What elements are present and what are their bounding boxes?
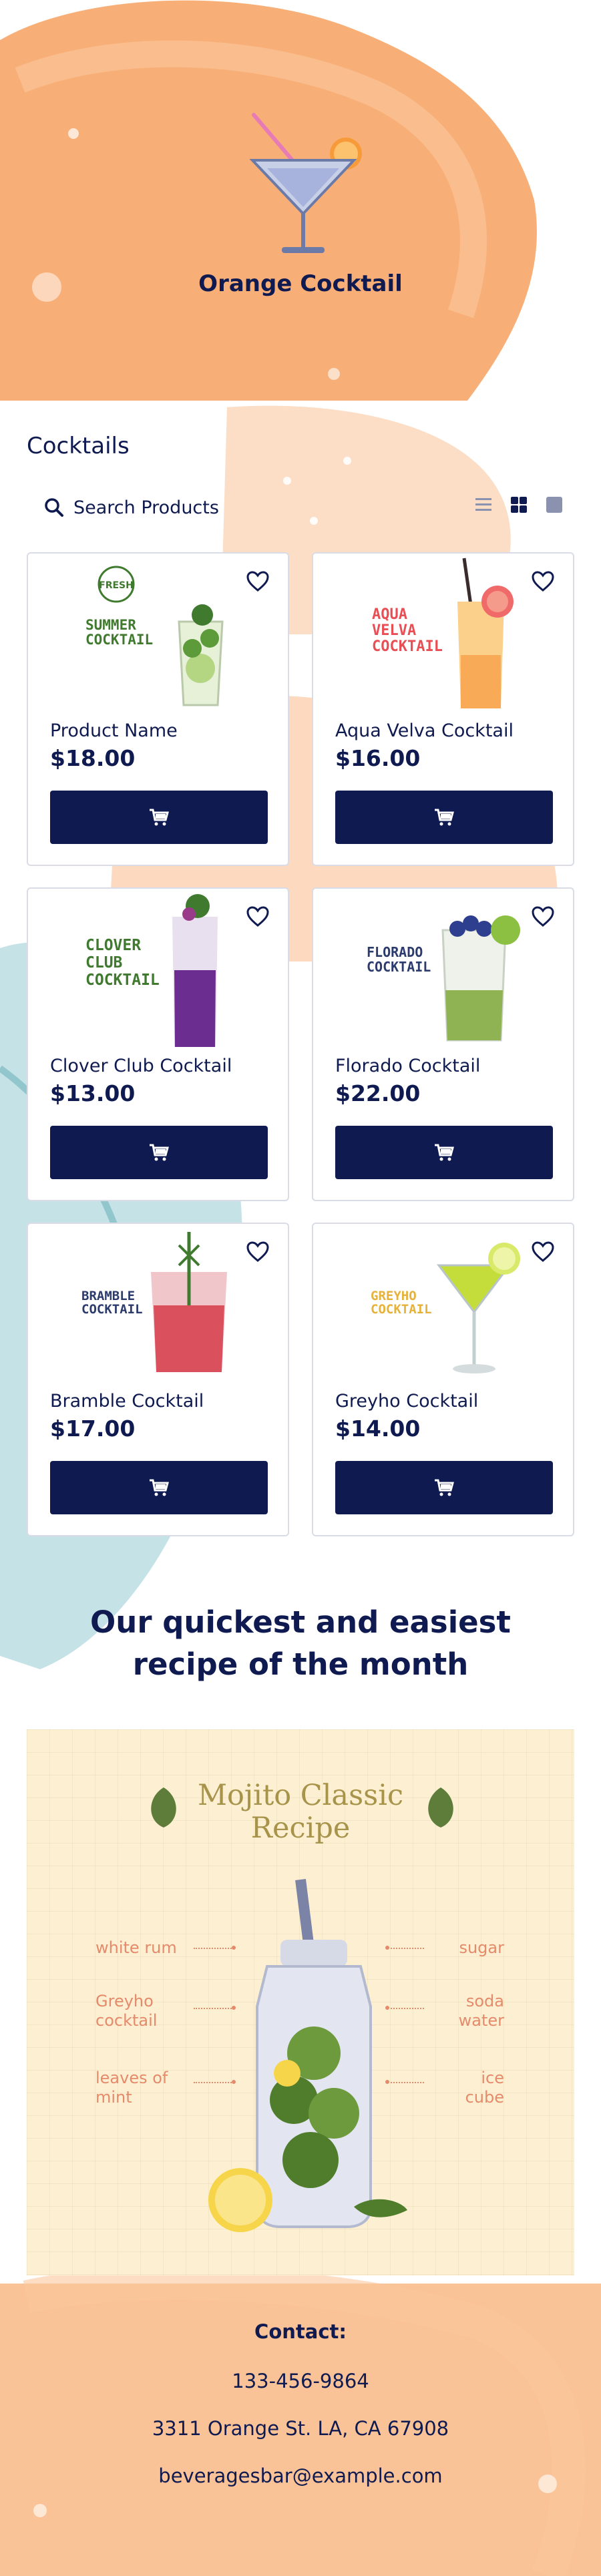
svg-text:COCKTAIL: COCKTAIL xyxy=(371,1302,432,1317)
cocktail-glass-icon xyxy=(249,113,362,253)
svg-text:CLUB: CLUB xyxy=(85,954,123,972)
product-price: $16.00 xyxy=(335,745,421,771)
heart-icon[interactable] xyxy=(532,906,554,927)
svg-text:SUMMER: SUMMER xyxy=(85,617,136,633)
section-title: Cocktails xyxy=(27,433,130,459)
svg-text:COCKTAIL: COCKTAIL xyxy=(85,972,160,989)
add-to-cart-button[interactable] xyxy=(50,791,268,844)
cart-icon xyxy=(150,809,169,826)
ingredient-pointer xyxy=(194,1946,236,1950)
product-price: $14.00 xyxy=(335,1416,421,1442)
contact-phone[interactable]: 133-456-9864 xyxy=(0,2370,601,2392)
heart-icon[interactable] xyxy=(532,571,554,592)
product-card[interactable]: FLORADO COCKTAIL Florado Cocktail $22.00 xyxy=(312,887,574,1201)
svg-text:FRESH: FRESH xyxy=(99,580,134,591)
ingredient-label: soda water xyxy=(458,1992,504,2030)
add-to-cart-button[interactable] xyxy=(50,1126,268,1179)
product-name: Aqua Velva Cocktail xyxy=(335,720,514,741)
heart-icon[interactable] xyxy=(532,1241,554,1263)
recipe-card: Mojito Classic Recipe white rum Greyho c… xyxy=(27,1729,574,2276)
contact-section: Contact: 133-456-9864 3311 Orange St. LA… xyxy=(0,2320,601,2512)
product-price: $17.00 xyxy=(50,1416,136,1442)
product-card[interactable]: BRAMBLE COCKTAIL Bramble Cocktail $17.00 xyxy=(27,1223,289,1536)
page: Orange Cocktail Cocktails Search Product… xyxy=(0,0,601,2576)
product-name: Product Name xyxy=(50,720,178,741)
single-view-icon[interactable] xyxy=(545,495,564,514)
heart-icon[interactable] xyxy=(246,571,269,592)
svg-text:COCKTAIL: COCKTAIL xyxy=(81,1302,143,1317)
add-to-cart-button[interactable] xyxy=(335,1461,553,1514)
svg-text:COCKTAIL: COCKTAIL xyxy=(85,632,153,648)
product-name: Bramble Cocktail xyxy=(50,1391,204,1412)
svg-text:COCKTAIL: COCKTAIL xyxy=(367,959,431,975)
svg-text:GREYHO: GREYHO xyxy=(371,1289,417,1303)
ingredient-label: sugar xyxy=(459,1938,504,1957)
svg-text:FLORADO: FLORADO xyxy=(367,944,423,960)
recipe-heading: Our quickest and easiest recipe of the m… xyxy=(90,1604,511,1682)
search-icon xyxy=(45,498,63,517)
ingredient-label: ice cube xyxy=(465,2069,504,2107)
product-price: $22.00 xyxy=(335,1080,421,1106)
cart-icon xyxy=(435,1479,454,1496)
product-price: $13.00 xyxy=(50,1080,136,1106)
add-to-cart-button[interactable] xyxy=(50,1461,268,1514)
heart-icon[interactable] xyxy=(246,906,269,927)
ingredient-pointer xyxy=(385,2080,424,2084)
svg-text:BRAMBLE: BRAMBLE xyxy=(81,1289,135,1303)
contact-email[interactable]: beveragesbar@example.com xyxy=(0,2464,601,2487)
product-card[interactable]: CLOVER CLUB COCKTAIL Clover Club Cocktai… xyxy=(27,887,289,1201)
add-to-cart-button[interactable] xyxy=(335,791,553,844)
mojito-bottle-illustration xyxy=(208,1879,407,2232)
product-card[interactable]: FRESH SUMMER COCKTAIL Product Name $18.0… xyxy=(27,552,289,866)
ingredient-label: white rum xyxy=(95,1938,177,1957)
ingredient-label: leaves of mint xyxy=(95,2069,168,2107)
ingredient-pointer xyxy=(194,2006,236,2010)
cart-icon xyxy=(435,809,454,826)
ingredient-label: Greyho cocktail xyxy=(95,1992,158,2030)
heart-icon[interactable] xyxy=(246,1241,269,1263)
product-name: Florado Cocktail xyxy=(335,1056,481,1076)
product-price: $18.00 xyxy=(50,745,136,771)
svg-text:CLOVER: CLOVER xyxy=(85,937,141,954)
svg-text:AQUA: AQUA xyxy=(372,606,407,623)
ingredient-pointer xyxy=(385,1946,424,1950)
ingredient-pointer xyxy=(385,2006,424,2010)
search-input[interactable]: Search Products xyxy=(27,484,401,531)
cart-icon xyxy=(150,1144,169,1161)
search-placeholder: Search Products xyxy=(73,497,219,518)
product-name: Greyho Cocktail xyxy=(335,1391,479,1412)
cart-icon xyxy=(435,1144,454,1161)
product-card[interactable]: GREYHO COCKTAIL Greyho Cocktail $14.00 xyxy=(312,1223,574,1536)
svg-text:VELVA: VELVA xyxy=(372,622,416,639)
cart-icon xyxy=(150,1479,169,1496)
ingredient-pointer xyxy=(194,2080,236,2084)
header: Orange Cocktail xyxy=(0,0,601,409)
product-card[interactable]: AQUA VELVA COCKTAIL Aqua Velva Cocktail … xyxy=(312,552,574,866)
product-image: CLOVER CLUB COCKTAIL xyxy=(79,890,239,1050)
product-image: FLORADO COCKTAIL xyxy=(364,890,524,1050)
contact-address: 3311 Orange St. LA, CA 67908 xyxy=(152,2417,449,2440)
add-to-cart-button[interactable] xyxy=(335,1126,553,1179)
view-toggle-group xyxy=(474,495,564,514)
product-image: GREYHO COCKTAIL xyxy=(364,1225,524,1385)
svg-text:COCKTAIL: COCKTAIL xyxy=(372,638,443,655)
product-image: BRAMBLE COCKTAIL xyxy=(79,1225,239,1385)
product-image: FRESH SUMMER COCKTAIL xyxy=(79,555,239,715)
list-view-icon[interactable] xyxy=(474,495,493,514)
contact-title: Contact: xyxy=(254,2320,347,2343)
page-title: Orange Cocktail xyxy=(198,270,403,297)
grid-view-icon[interactable] xyxy=(510,495,528,514)
recipe-title: Mojito Classic Recipe xyxy=(197,1779,404,1846)
product-name: Clover Club Cocktail xyxy=(50,1056,232,1076)
product-image: AQUA VELVA COCKTAIL xyxy=(364,555,524,715)
